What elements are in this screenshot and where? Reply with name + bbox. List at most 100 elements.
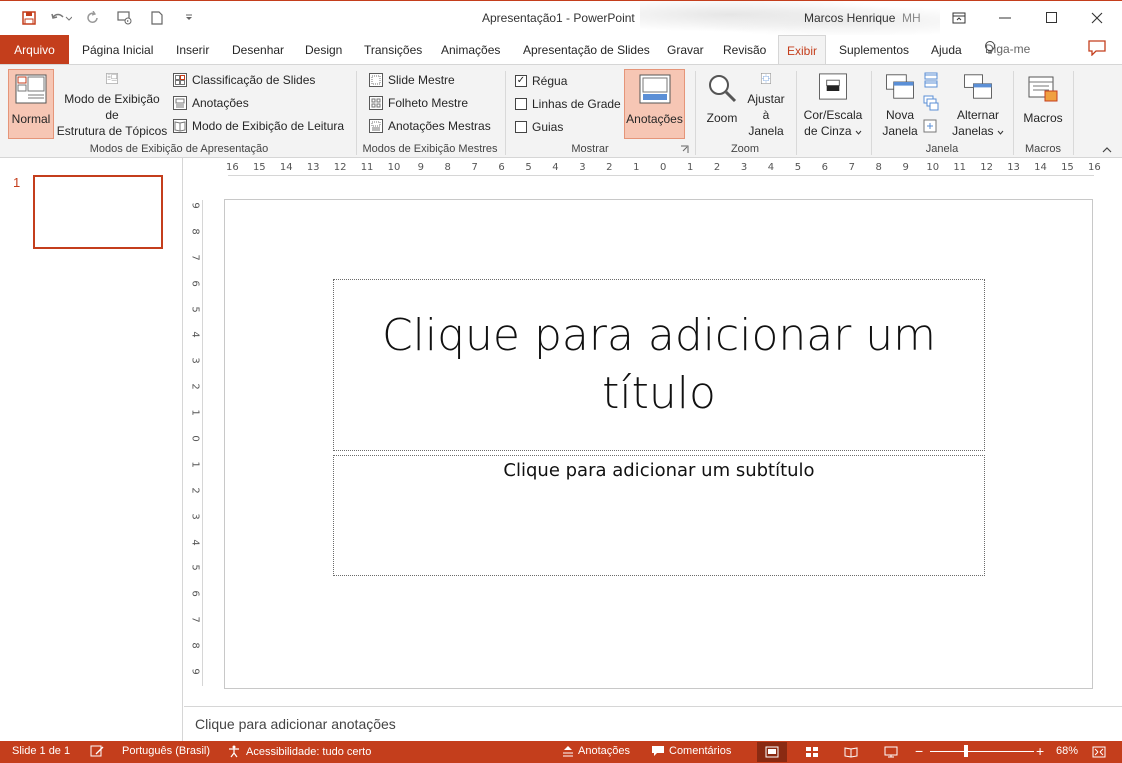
ribbon-display-options-button[interactable] <box>936 1 982 34</box>
normal-view-label: Normal <box>11 112 51 126</box>
ruler-tick-label: 3 <box>189 512 201 520</box>
maximize-button[interactable] <box>1028 1 1074 34</box>
dialog-launcher-icon[interactable] <box>680 145 689 154</box>
outline-view-icon <box>106 73 118 84</box>
slide-thumbnail[interactable] <box>33 175 163 249</box>
accessibility-status[interactable]: Acessibilidade: tudo certo <box>228 745 371 758</box>
slide-sorter-status-button[interactable] <box>797 742 827 762</box>
notes-toggle-button[interactable]: Anotações <box>624 69 685 139</box>
close-button[interactable] <box>1074 1 1120 34</box>
redo-icon <box>87 11 98 23</box>
ruler-tick-label: 16 <box>1088 162 1101 173</box>
tab-add-ins[interactable]: Suplementos <box>831 35 917 64</box>
notes-page-button[interactable]: Anotações <box>173 93 249 113</box>
tab-transitions[interactable]: Transições <box>356 35 430 64</box>
title-placeholder[interactable]: Clique para adicionar um título <box>333 279 985 451</box>
move-split-button[interactable] <box>923 116 939 136</box>
tab-home[interactable]: Página Inicial <box>74 35 161 64</box>
user-name[interactable]: Marcos Henrique <box>804 11 895 25</box>
macros-icon <box>1028 76 1058 102</box>
macros-group-label: Macros <box>1024 143 1062 155</box>
guides-checkbox[interactable]: Guias <box>515 117 563 137</box>
ruler-checkbox[interactable]: ✓ Régua <box>515 71 567 91</box>
tab-slide-show[interactable]: Apresentação de Slides <box>515 35 658 64</box>
ruler-tick-label: 2 <box>606 162 613 173</box>
subtitle-placeholder[interactable]: Clique para adicionar um subtítulo <box>333 455 985 576</box>
save-button[interactable] <box>18 8 40 28</box>
macros-button[interactable]: Macros <box>1020 69 1066 139</box>
cascade-button[interactable] <box>923 93 939 113</box>
gridlines-label: Linhas de Grade <box>532 97 621 111</box>
comments-icon[interactable] <box>1088 40 1106 56</box>
comments-status-button[interactable]: Comentários <box>651 745 731 757</box>
language-status[interactable]: Português (Brasil) <box>122 745 210 757</box>
notes-pane[interactable]: Clique para adicionar anotações <box>184 706 1122 741</box>
notes-pane-icon <box>639 74 670 104</box>
notes-master-button[interactable]: Anotações Mestras <box>369 116 491 136</box>
fit-to-window-button[interactable]: Ajustar à Janela <box>744 69 788 139</box>
ruler-tick-label: 5 <box>525 162 532 173</box>
slideshow-icon <box>117 11 132 25</box>
minimize-button[interactable] <box>982 1 1028 34</box>
outline-view-button[interactable]: Modo de Exibição de Estrutura de Tópicos <box>56 69 168 139</box>
gridlines-checkbox[interactable]: Linhas de Grade <box>515 94 621 114</box>
normal-view-status-button[interactable] <box>757 742 787 762</box>
slide-number: 1 <box>13 175 21 190</box>
ruler-tick-label: 13 <box>1007 162 1020 173</box>
arrange-all-button[interactable] <box>923 70 939 90</box>
handout-master-button[interactable]: Folheto Mestre <box>369 93 468 113</box>
slide-master-button[interactable]: Slide Mestre <box>369 70 455 90</box>
notes-status-icon <box>563 746 573 757</box>
customize-qat-button[interactable] <box>178 8 200 28</box>
reading-view-label: Modo de Exibição de Leitura <box>192 119 345 133</box>
ruler-tick-label: 15 <box>1061 162 1074 173</box>
ruler-tick-label: 8 <box>189 228 201 235</box>
ruler-tick-label: 4 <box>189 331 201 339</box>
slide-master-icon <box>369 73 383 87</box>
redo-button[interactable] <box>82 8 104 28</box>
collapse-ribbon-icon[interactable] <box>1102 146 1112 153</box>
ruler-tick-label: 14 <box>1034 162 1047 173</box>
spelling-status[interactable] <box>90 745 104 757</box>
tab-help[interactable]: Ajuda <box>923 35 970 64</box>
tab-insert[interactable]: Inserir <box>168 35 217 64</box>
slide-sorter-button[interactable]: Classificação de Slides <box>173 70 315 90</box>
tab-review[interactable]: Revisão <box>715 35 774 64</box>
zoom-button[interactable]: Zoom <box>702 69 742 139</box>
slideshow-status-button[interactable] <box>876 742 906 762</box>
user-avatar[interactable]: MH <box>902 11 921 25</box>
tell-me-search[interactable]: Diga-me <box>985 42 1030 56</box>
tab-file[interactable]: Arquivo <box>0 35 69 64</box>
tab-draw[interactable]: Desenhar <box>224 35 292 64</box>
tab-record[interactable]: Gravar <box>659 35 712 64</box>
present-from-start-button[interactable] <box>114 8 136 28</box>
slide-sorter-label: Classificação de Slides <box>192 73 316 87</box>
tab-design[interactable]: Design <box>297 35 350 64</box>
color-grayscale-icon <box>819 73 847 100</box>
fit-slide-status-button[interactable] <box>1084 742 1114 762</box>
undo-button[interactable] <box>50 8 72 28</box>
tab-view[interactable]: Exibir <box>778 35 827 65</box>
notes-status-button[interactable]: Anotações <box>562 745 630 757</box>
comment-bubble-icon <box>652 746 664 756</box>
accessibility-label: Acessibilidade: tudo certo <box>246 745 372 758</box>
normal-view-button[interactable]: Normal <box>8 69 54 139</box>
zoom-slider[interactable] <box>930 751 1034 752</box>
tab-animations[interactable]: Animações <box>433 35 508 64</box>
slide-thumbnail-pane: 1 <box>0 158 183 741</box>
zoom-out-button[interactable]: − <box>915 743 923 759</box>
switch-windows-button[interactable]: Alternar Janelas <box>950 69 1006 139</box>
ruler-tick-label: 9 <box>189 202 201 209</box>
reading-view-status-button[interactable] <box>836 742 866 762</box>
ruler-tick-label: 9 <box>417 162 424 173</box>
close-icon <box>1091 12 1103 23</box>
color-grayscale-button[interactable]: Cor/Escala de Cinza <box>801 69 865 139</box>
zoom-level[interactable]: 68% <box>1056 745 1078 757</box>
zoom-slider-thumb[interactable] <box>964 745 969 757</box>
new-window-button[interactable]: Nova Janela <box>878 69 922 139</box>
horizontal-ruler: 16 15 14 13 12 11 10 9 8 7 6 5 4 3 2 1 0 1 2 3 4 5 6 7 8 9 10 11 12 1… <box>226 162 1101 176</box>
zoom-in-button[interactable]: + <box>1036 743 1044 759</box>
new-file-button[interactable] <box>146 8 168 28</box>
reading-view-button[interactable]: Modo de Exibição de Leitura <box>173 116 344 136</box>
ruler-tick-label: 5 <box>189 564 201 572</box>
